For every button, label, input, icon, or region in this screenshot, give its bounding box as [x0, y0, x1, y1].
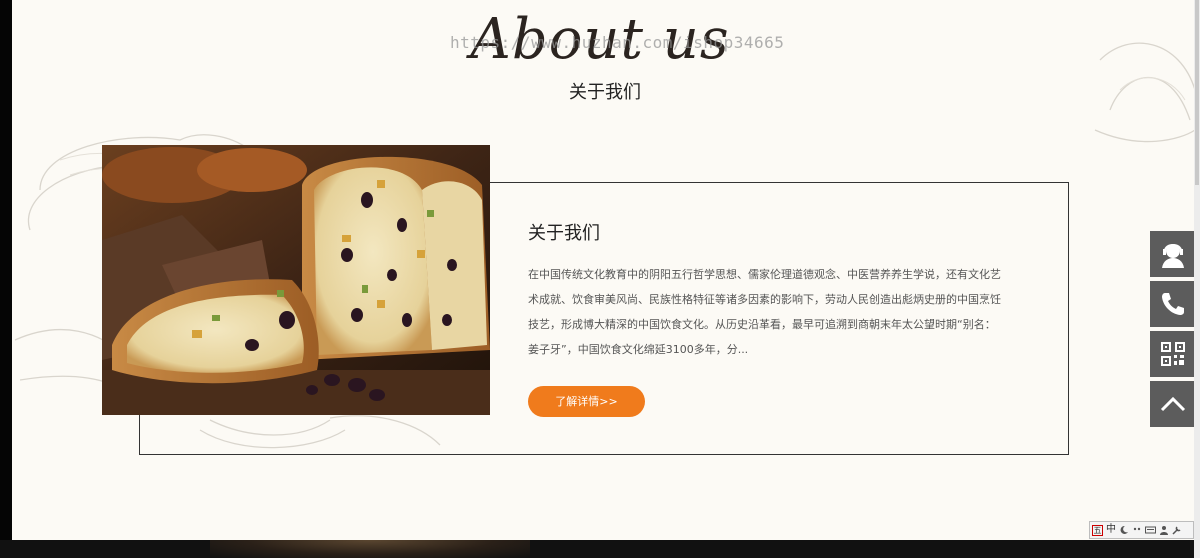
wrench-icon[interactable]: [1172, 525, 1182, 535]
qr-code-button[interactable]: [1150, 331, 1196, 377]
phone-icon: [1162, 293, 1184, 315]
ime-language-toggle[interactable]: 中: [1106, 523, 1116, 537]
keyboard-icon[interactable]: [1145, 525, 1156, 535]
next-section-preview: [0, 540, 1194, 558]
ime-logo-icon: 五: [1092, 524, 1103, 536]
back-to-top-button[interactable]: [1150, 381, 1196, 427]
floating-toolbar: [1150, 231, 1196, 431]
about-heading: 关于我们: [528, 223, 600, 244]
section-title: 关于我们: [569, 82, 641, 103]
user-icon[interactable]: [1159, 525, 1169, 535]
customer-service-icon: [1162, 244, 1184, 268]
about-body-text: 在中国传统文化教育中的阴阳五行哲学思想、儒家伦理道德观念、中医营养养生学说，还有…: [528, 268, 1001, 356]
scrollbar-thumb[interactable]: [1195, 0, 1199, 185]
phone-button[interactable]: [1150, 281, 1196, 327]
page-scrollbar[interactable]: [1194, 0, 1200, 558]
ime-toolbar[interactable]: 五 中: [1089, 521, 1194, 539]
punctuation-icon[interactable]: [1132, 525, 1142, 535]
about-content: 关于我们 在中国传统文化教育中的阴阳五行哲学思想、儒家伦理道德观念、中医营养养生…: [528, 220, 1003, 362]
customer-service-button[interactable]: [1150, 231, 1196, 277]
moon-icon[interactable]: [1119, 525, 1129, 535]
qr-code-icon: [1161, 342, 1185, 366]
about-photo: [102, 145, 490, 415]
watermark-url: https://www.huzhan.com/ishop34665: [450, 33, 785, 52]
learn-more-button[interactable]: 了解详情>>: [528, 386, 645, 417]
back-to-top-icon: [1160, 396, 1186, 412]
